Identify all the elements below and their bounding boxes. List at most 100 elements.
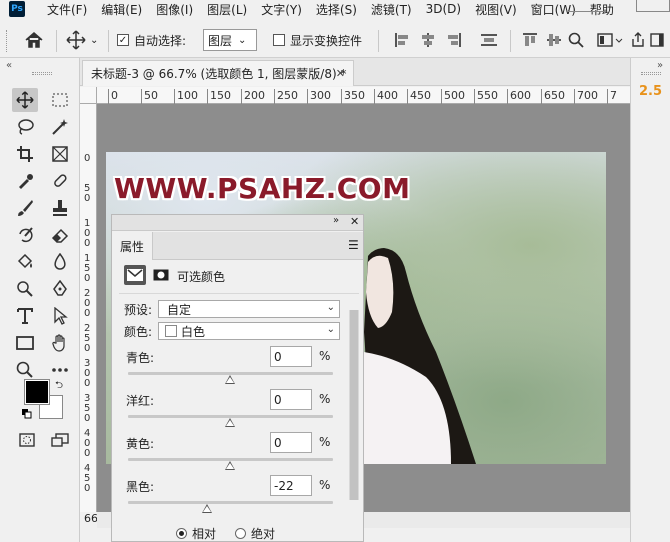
align-top-icon[interactable] (522, 22, 538, 58)
options-bar: ⌄ ✓ 自动选择: 图层 ⌄ 显示变换控件 (0, 22, 670, 58)
scrollbar-thumb[interactable] (350, 310, 358, 500)
menu-type[interactable]: 文字(Y) (261, 1, 302, 18)
swap-colors-icon[interactable]: ⮌ (55, 378, 63, 395)
frame-tool-icon[interactable] (47, 142, 73, 166)
brush-tool-icon[interactable] (12, 196, 38, 220)
close-tab-icon[interactable]: ✕ (336, 67, 345, 80)
vertical-ruler[interactable]: 0 5 0 1 0 0 1 5 0 2 0 0 2 5 0 3 0 0 3 5 … (80, 104, 97, 512)
home-icon[interactable] (24, 22, 44, 58)
crop-tool-icon[interactable] (12, 142, 38, 166)
ruler-tick: 700 (574, 89, 598, 104)
rectangle-tool-icon[interactable] (12, 331, 38, 355)
default-colors-icon[interactable] (22, 408, 32, 419)
collapse-panel-icon[interactable]: « (6, 60, 12, 71)
black-input[interactable]: -22 (270, 475, 312, 496)
ruler-tick: 600 (507, 89, 531, 104)
screen-mode-icon[interactable] (47, 428, 73, 452)
marquee-tool-icon[interactable] (47, 88, 73, 112)
distribute-icon[interactable] (480, 22, 498, 58)
panel-grip[interactable] (32, 72, 52, 75)
move-tool-preset-icon[interactable]: ⌄ (66, 22, 98, 58)
cyan-input[interactable]: 0 (270, 346, 312, 367)
align-left-icon[interactable] (394, 22, 410, 58)
layer-mask-icon[interactable] (150, 265, 172, 285)
workspace-icon[interactable] (597, 22, 623, 58)
minimize-button[interactable] (566, 0, 606, 12)
search-icon[interactable] (568, 22, 584, 58)
chevron-down-icon: ⌄ (326, 324, 335, 335)
share-icon[interactable] (630, 22, 646, 58)
checkbox-box (273, 34, 285, 46)
tab-properties[interactable]: 属性 (112, 232, 153, 260)
clone-stamp-tool-icon[interactable] (47, 196, 73, 220)
expand-right-icon[interactable] (650, 22, 668, 58)
colors-dropdown[interactable]: 白色 ⌄ (158, 322, 340, 340)
menu-image[interactable]: 图像(I) (156, 1, 193, 18)
menu-filter[interactable]: 滤镜(T) (371, 1, 412, 18)
align-right-icon[interactable] (446, 22, 462, 58)
right-panel-dock: » (630, 58, 670, 542)
ruler-tick: 50 (141, 89, 158, 104)
foreground-color-swatch-top[interactable] (24, 379, 50, 405)
menu-3d[interactable]: 3D(D) (426, 2, 461, 16)
healing-brush-tool-icon[interactable] (47, 169, 73, 193)
menu-select[interactable]: 选择(S) (316, 1, 357, 18)
magic-wand-tool-icon[interactable] (47, 115, 73, 139)
auto-select-target-dropdown[interactable]: 图层 ⌄ (203, 29, 257, 51)
zoom-tool-icon[interactable] (12, 358, 38, 382)
panel-grip[interactable] (641, 72, 661, 75)
lasso-tool-icon[interactable] (12, 115, 38, 139)
auto-select-target-value: 图层 (208, 33, 233, 48)
close-icon[interactable]: ✕ (350, 215, 359, 228)
collapse-panel-icon[interactable]: » (333, 215, 339, 226)
cyan-slider-thumb[interactable] (225, 375, 235, 384)
align-center-icon[interactable] (420, 22, 436, 58)
ruler-origin[interactable] (80, 87, 97, 104)
path-selection-tool-icon[interactable] (47, 304, 73, 328)
paint-bucket-tool-icon[interactable] (12, 250, 38, 274)
method-relative-radio[interactable]: 相对 (176, 525, 216, 542)
colors-label: 颜色: (124, 325, 153, 339)
dodge-tool-icon[interactable] (12, 277, 38, 301)
panel-title-bar[interactable]: » ✕ (112, 215, 363, 231)
black-slider-track[interactable] (128, 501, 333, 504)
horizontal-ruler[interactable]: 0 50 100 150 200 250 300 350 400 450 500… (97, 87, 630, 104)
blur-tool-icon[interactable] (47, 250, 73, 274)
preset-dropdown[interactable]: 自定 ⌄ (158, 300, 340, 318)
hand-tool-icon[interactable] (47, 331, 73, 355)
selective-color-icon[interactable] (124, 265, 146, 285)
properties-scrollbar[interactable] (349, 310, 359, 500)
maximize-button[interactable] (636, 0, 670, 12)
menu-edit[interactable]: 编辑(E) (101, 1, 142, 18)
document-title: 未标题-3 @ 66.7% (选取颜色 1, 图层蒙版/8) * (91, 67, 347, 81)
document-tab[interactable]: 未标题-3 @ 66.7% (选取颜色 1, 图层蒙版/8) * ✕ (82, 60, 354, 86)
eraser-tool-icon[interactable] (47, 223, 73, 247)
options-bar-grip[interactable] (6, 30, 10, 52)
yellow-slider-thumb[interactable] (225, 461, 235, 470)
menu-layer[interactable]: 图层(L) (207, 1, 247, 18)
panel-version-label[interactable]: 2.5 (639, 84, 662, 99)
slider-label-yellow: 黄色: (126, 437, 155, 451)
menu-file[interactable]: 文件(F) (47, 1, 87, 18)
align-middle-icon[interactable] (546, 22, 562, 58)
move-tool-icon[interactable] (12, 88, 38, 112)
yellow-input[interactable]: 0 (270, 432, 312, 453)
type-tool-icon[interactable] (12, 304, 38, 328)
history-brush-tool-icon[interactable] (12, 223, 38, 247)
pen-tool-icon[interactable] (47, 277, 73, 301)
chevron-down-icon[interactable]: ⌄ (90, 35, 98, 46)
panel-menu-icon[interactable]: ☰ (348, 238, 359, 252)
magenta-slider-thumb[interactable] (225, 418, 235, 427)
percent-unit: % (319, 435, 331, 449)
eyedropper-tool-icon[interactable] (12, 169, 38, 193)
quick-mask-icon[interactable] (14, 428, 40, 452)
expand-panel-icon[interactable]: » (657, 60, 663, 71)
ruler-tick: 1 0 0 (84, 218, 91, 249)
auto-select-checkbox[interactable]: ✓ 自动选择: (117, 22, 186, 58)
slider-label-cyan: 青色: (126, 351, 155, 365)
method-absolute-radio[interactable]: 绝对 (235, 525, 275, 542)
black-slider-thumb[interactable] (202, 504, 212, 513)
menu-view[interactable]: 视图(V) (475, 1, 517, 18)
magenta-input[interactable]: 0 (270, 389, 312, 410)
show-transform-checkbox[interactable]: 显示变换控件 (273, 22, 362, 58)
